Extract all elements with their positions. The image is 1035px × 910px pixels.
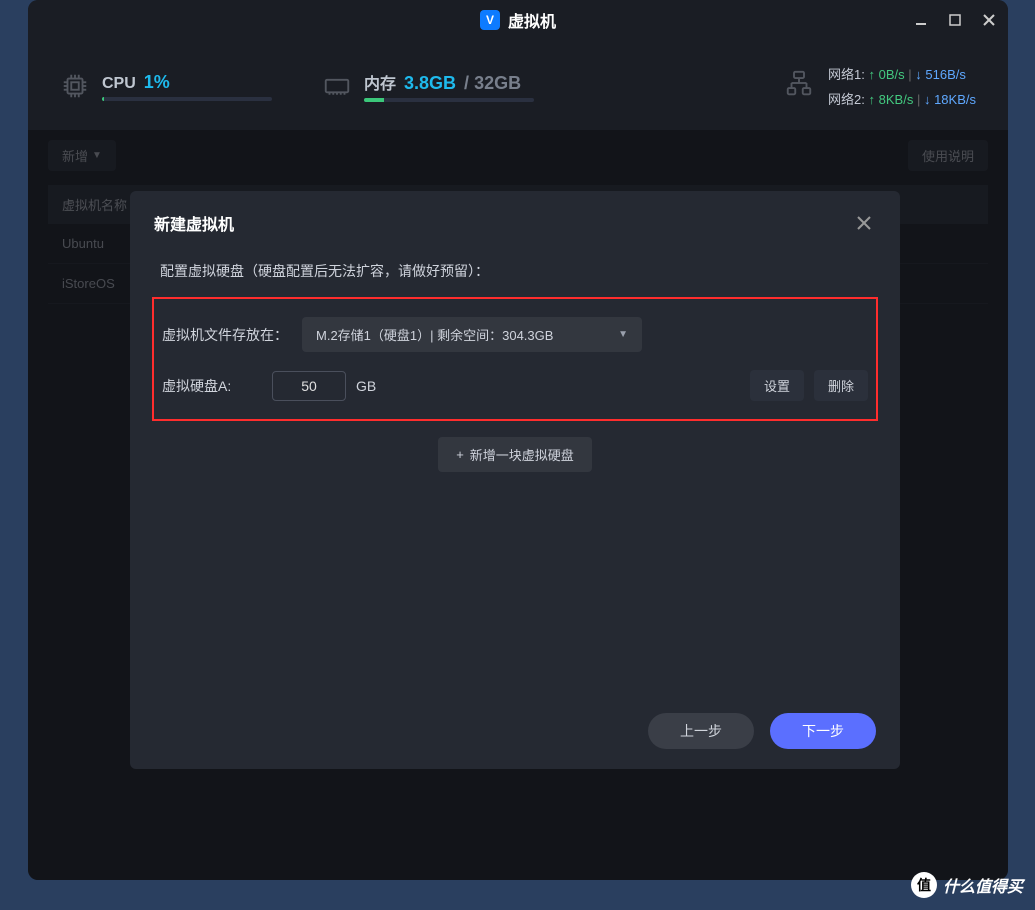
- app-icon: V: [480, 10, 500, 30]
- app-title: 虚拟机: [508, 8, 556, 32]
- storage-select-value: M.2存储1（硬盘1）| 剩余空间：304.3GB: [316, 325, 553, 344]
- prev-step-button[interactable]: 上一步: [648, 713, 754, 749]
- titlebar-center: V 虚拟机: [480, 8, 556, 32]
- close-button[interactable]: [980, 11, 998, 29]
- add-disk-row: + 新增一块虚拟硬盘: [160, 437, 870, 472]
- titlebar: V 虚拟机: [28, 0, 1008, 40]
- network-stat: 网络1: ↑ 0B/s | ↓ 516B/s 网络2: ↑ 8KB/s | ↓ …: [784, 64, 976, 108]
- dialog-close-button[interactable]: [852, 211, 876, 235]
- dialog-body: 配置虚拟硬盘（硬盘配置后无法扩容，请做好预留）： 虚拟机文件存放在： M.2存储…: [154, 255, 876, 695]
- disk-delete-button[interactable]: 删除: [814, 370, 868, 401]
- disk-a-size-input[interactable]: [272, 371, 346, 401]
- stats-row: CPU 1% 内存 3.8GB / 32GB 网络1:: [28, 40, 1008, 120]
- network2-line: 网络2: ↑ 8KB/s | ↓ 18KB/s: [828, 89, 976, 108]
- watermark: 值 什么值得买: [911, 872, 1023, 898]
- dialog-header: 新建虚拟机: [154, 211, 876, 235]
- storage-select[interactable]: M.2存储1（硬盘1）| 剩余空间：304.3GB ▼: [302, 317, 642, 352]
- disk-unit: GB: [356, 378, 376, 394]
- storage-row: 虚拟机文件存放在： M.2存储1（硬盘1）| 剩余空间：304.3GB ▼: [162, 317, 868, 352]
- cpu-bar: [102, 97, 272, 101]
- dropdown-triangle-icon: ▼: [618, 329, 628, 340]
- memory-label: 内存: [364, 70, 396, 94]
- watermark-text: 什么值得买: [943, 873, 1023, 897]
- dialog-title: 新建虚拟机: [154, 211, 234, 235]
- memory-bar: [364, 98, 534, 102]
- ram-icon: [322, 71, 352, 101]
- create-vm-dialog: 新建虚拟机 配置虚拟硬盘（硬盘配置后无法扩容，请做好预留）： 虚拟机文件存放在：…: [130, 191, 900, 769]
- disk-a-row: 虚拟硬盘A: GB 设置 删除: [162, 370, 868, 401]
- minimize-button[interactable]: [912, 11, 930, 29]
- dialog-footer: 上一步 下一步: [154, 695, 876, 749]
- memory-stat: 内存 3.8GB / 32GB: [322, 70, 544, 102]
- next-step-button[interactable]: 下一步: [770, 713, 876, 749]
- network1-line: 网络1: ↑ 0B/s | ↓ 516B/s: [828, 64, 976, 83]
- window-controls: [912, 0, 998, 40]
- cpu-label: CPU: [102, 75, 136, 93]
- dialog-description: 配置虚拟硬盘（硬盘配置后无法扩容，请做好预留）：: [160, 261, 870, 281]
- disk-settings-button[interactable]: 设置: [750, 370, 804, 401]
- plus-icon: +: [456, 447, 464, 462]
- storage-label: 虚拟机文件存放在：: [162, 325, 292, 345]
- cpu-stat: CPU 1%: [60, 71, 282, 101]
- add-disk-button[interactable]: + 新增一块虚拟硬盘: [438, 437, 592, 472]
- memory-total: 32GB: [474, 73, 521, 93]
- highlight-box: 虚拟机文件存放在： M.2存储1（硬盘1）| 剩余空间：304.3GB ▼ 虚拟…: [152, 297, 878, 421]
- disk-a-label: 虚拟硬盘A:: [162, 376, 262, 396]
- maximize-button[interactable]: [946, 11, 964, 29]
- network-icon: [784, 68, 814, 98]
- cpu-value: 1%: [144, 72, 170, 93]
- memory-used: 3.8GB: [404, 73, 456, 94]
- watermark-icon: 值: [911, 872, 937, 898]
- cpu-icon: [60, 71, 90, 101]
